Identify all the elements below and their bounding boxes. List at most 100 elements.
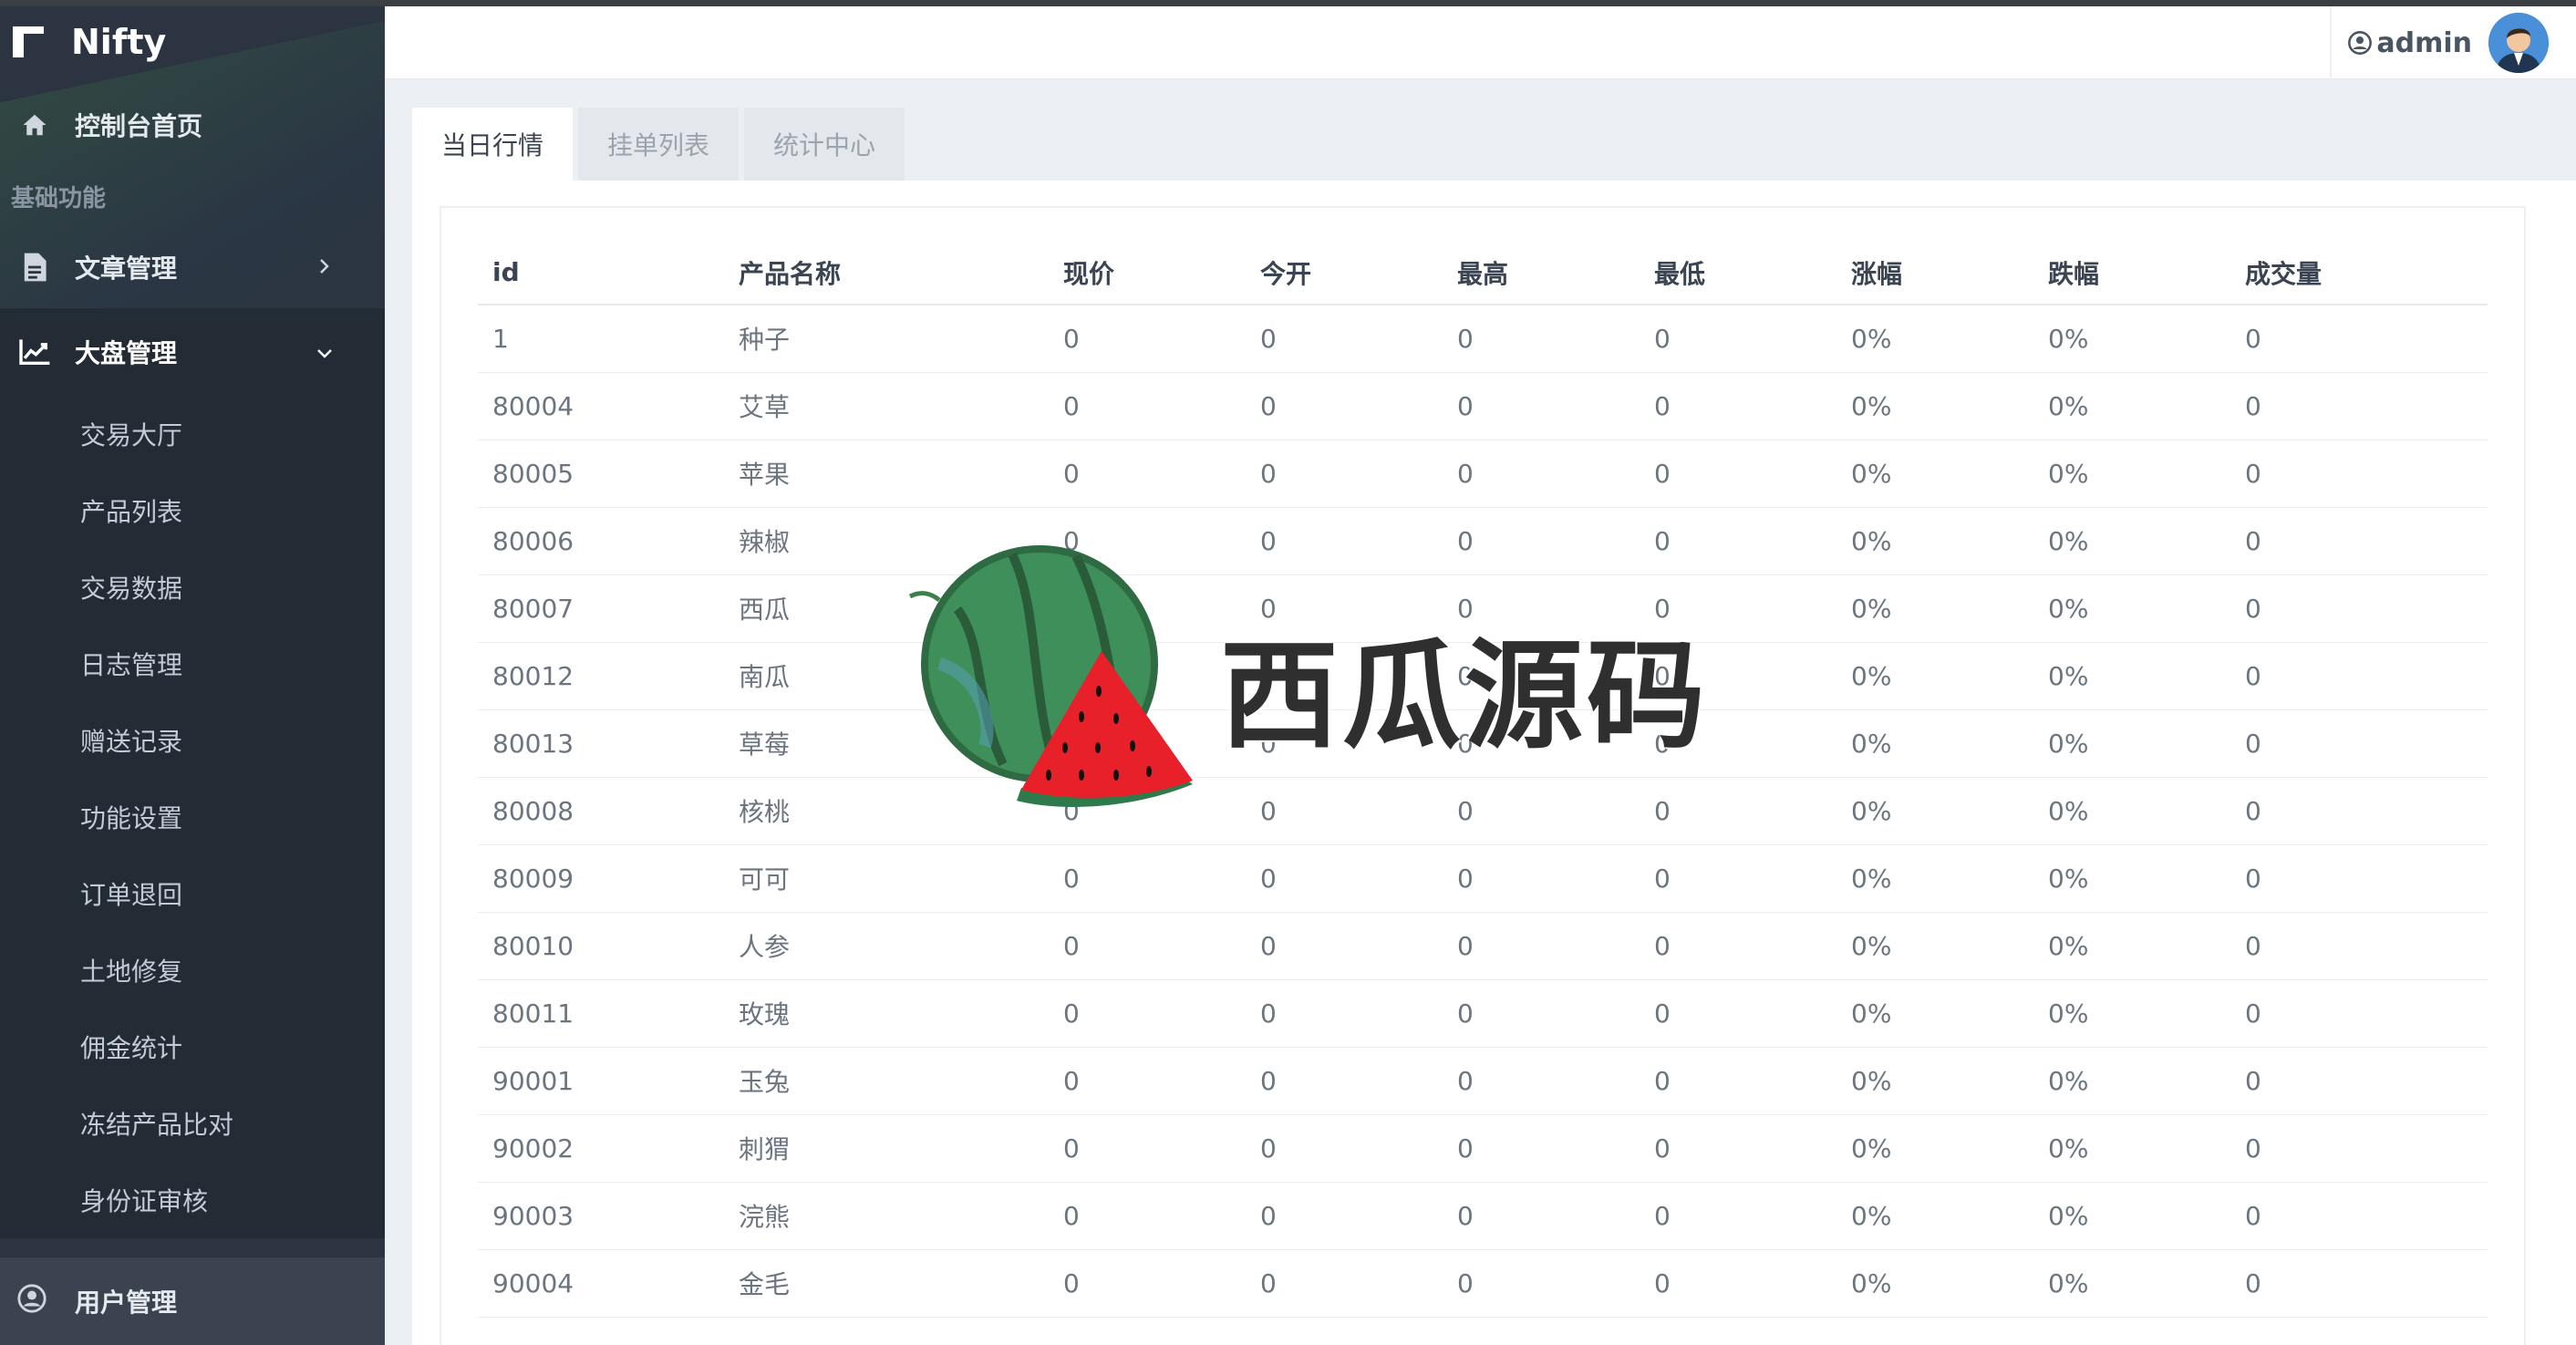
- table-cell: 0: [2230, 642, 2488, 710]
- table-cell: 90002: [478, 1114, 724, 1183]
- table-cell: 0: [1640, 1114, 1836, 1183]
- table-cell: 0: [1443, 844, 1640, 913]
- table-cell: 0: [1049, 440, 1246, 508]
- table-cell: 0: [1246, 574, 1443, 643]
- chevron-down-icon: [314, 341, 336, 363]
- table-cell: 0: [2230, 440, 2488, 508]
- table-cell: 0: [2230, 574, 2488, 643]
- table-cell: 辣椒: [724, 507, 1049, 575]
- table-cell: 80012: [478, 642, 724, 710]
- submenu-item[interactable]: 佣金统计: [0, 1009, 385, 1085]
- table-cell: 80005: [478, 440, 724, 508]
- table-cell: 90001: [478, 1047, 724, 1115]
- column-header: 最高: [1443, 241, 1640, 305]
- table-cell: 人参: [724, 912, 1049, 980]
- table-cell: 0: [1640, 979, 1836, 1048]
- table-row: 90004 金毛 0 0 0 0 0% 0% 0: [478, 1249, 2488, 1318]
- table-cell: 80007: [478, 574, 724, 643]
- sidebar-item-articles[interactable]: 文章管理: [0, 226, 385, 308]
- table-cell: 1: [478, 305, 724, 373]
- submenu-item[interactable]: 交易大厅: [0, 396, 385, 472]
- table-cell: 80013: [478, 709, 724, 778]
- table-row: 80007 西瓜 0 0 0 0 0% 0% 0: [478, 574, 2488, 643]
- sidebar-item-label: 用户管理: [75, 1288, 178, 1318]
- table-cell: 0: [1246, 1047, 1443, 1115]
- line-chart-icon: [16, 334, 53, 370]
- table-cell: 南瓜: [724, 642, 1049, 710]
- table-cell: 0: [1443, 709, 1640, 778]
- table-cell: 0%: [2033, 440, 2230, 508]
- table-cell: 0: [1640, 844, 1836, 913]
- table-cell: 种子: [724, 305, 1049, 373]
- top-border: [0, 0, 2576, 6]
- table-cell: 0: [1443, 642, 1640, 710]
- table-cell: 0: [1049, 1047, 1246, 1115]
- table-row: 80010 人参 0 0 0 0 0% 0% 0: [478, 912, 2488, 980]
- table-cell: 0%: [1836, 574, 2033, 643]
- table-row: 80008 核桃 0 0 0 0 0% 0% 0: [478, 777, 2488, 845]
- table-cell: 0: [1640, 777, 1836, 845]
- user-icon: [2347, 30, 2373, 56]
- submenu-item[interactable]: 功能设置: [0, 779, 385, 855]
- table-row: 80011 玫瑰 0 0 0 0 0% 0% 0: [478, 979, 2488, 1048]
- submenu-item[interactable]: 冻结产品比对: [0, 1085, 385, 1162]
- table-cell: 0: [1640, 305, 1836, 373]
- submenu-item[interactable]: 交易数据: [0, 549, 385, 626]
- table-cell: 0: [2230, 1182, 2488, 1250]
- table-cell: 0: [1246, 305, 1443, 373]
- nifty-logo-icon: [13, 26, 44, 57]
- tab-today-market[interactable]: 当日行情: [412, 108, 574, 181]
- brand[interactable]: Nifty: [0, 0, 385, 84]
- submenu-item[interactable]: 身份证审核: [0, 1162, 385, 1238]
- document-icon: [16, 249, 53, 285]
- table-cell: 0: [1443, 507, 1640, 575]
- table-cell: 0%: [2033, 777, 2230, 845]
- sidebar-item-users[interactable]: 用户管理: [0, 1257, 385, 1345]
- tab-bar: 当日行情 挂单列表 统计中心: [412, 108, 910, 181]
- table-cell: 0%: [2033, 1047, 2230, 1115]
- table-cell: 0: [2230, 844, 2488, 913]
- table-row: 1 种子 0 0 0 0 0% 0% 0: [478, 305, 2488, 373]
- table-cell: 浣熊: [724, 1182, 1049, 1250]
- submenu-item[interactable]: 赠送记录: [0, 702, 385, 779]
- tab-order-list[interactable]: 挂单列表: [578, 108, 740, 181]
- table-cell: 0: [1246, 912, 1443, 980]
- submenu-item[interactable]: 订单退回: [0, 855, 385, 932]
- user-menu[interactable]: admin: [2347, 12, 2549, 74]
- table-cell: 0%: [1836, 777, 2033, 845]
- table-cell: 0%: [2033, 305, 2230, 373]
- submenu-item[interactable]: 产品列表: [0, 472, 385, 549]
- table-cell: 0%: [1836, 844, 2033, 913]
- avatar[interactable]: [2488, 13, 2549, 73]
- user-name[interactable]: admin: [2347, 27, 2472, 59]
- table-cell: 80010: [478, 912, 724, 980]
- table-cell: 艾草: [724, 372, 1049, 440]
- table-cell: 0: [1443, 440, 1640, 508]
- table-cell: 0: [1443, 777, 1640, 845]
- table-cell: 0%: [1836, 440, 2033, 508]
- table-cell: 0: [1640, 642, 1836, 710]
- table-cell: 0: [2230, 1114, 2488, 1183]
- table-cell: 0: [1443, 912, 1640, 980]
- table-cell: 0: [1049, 372, 1246, 440]
- table-cell: 0: [1640, 574, 1836, 643]
- tab-statistics[interactable]: 统计中心: [744, 108, 905, 181]
- table-cell: 0: [2230, 372, 2488, 440]
- table-cell: 0: [1443, 1114, 1640, 1183]
- table-cell: 0%: [2033, 1249, 2230, 1318]
- submenu-item[interactable]: 日志管理: [0, 626, 385, 702]
- table-cell: 0: [1443, 979, 1640, 1048]
- table-cell: 0: [1049, 1114, 1246, 1183]
- table-cell: 0: [1246, 642, 1443, 710]
- column-header: 成交量: [2230, 241, 2488, 305]
- table-cell: 0: [1443, 1182, 1640, 1250]
- table-cell: 0%: [1836, 305, 2033, 373]
- table-cell: 0: [1443, 574, 1640, 643]
- table-cell: 90003: [478, 1182, 724, 1250]
- table-cell: 0: [1640, 1249, 1836, 1318]
- sidebar-item-market[interactable]: 大盘管理: [0, 308, 385, 396]
- sidebar-item-home[interactable]: 控制台首页: [0, 84, 385, 166]
- table-cell: 0: [1640, 709, 1836, 778]
- submenu-item[interactable]: 土地修复: [0, 932, 385, 1009]
- sidebar-section-basic: 基础功能: [11, 184, 107, 212]
